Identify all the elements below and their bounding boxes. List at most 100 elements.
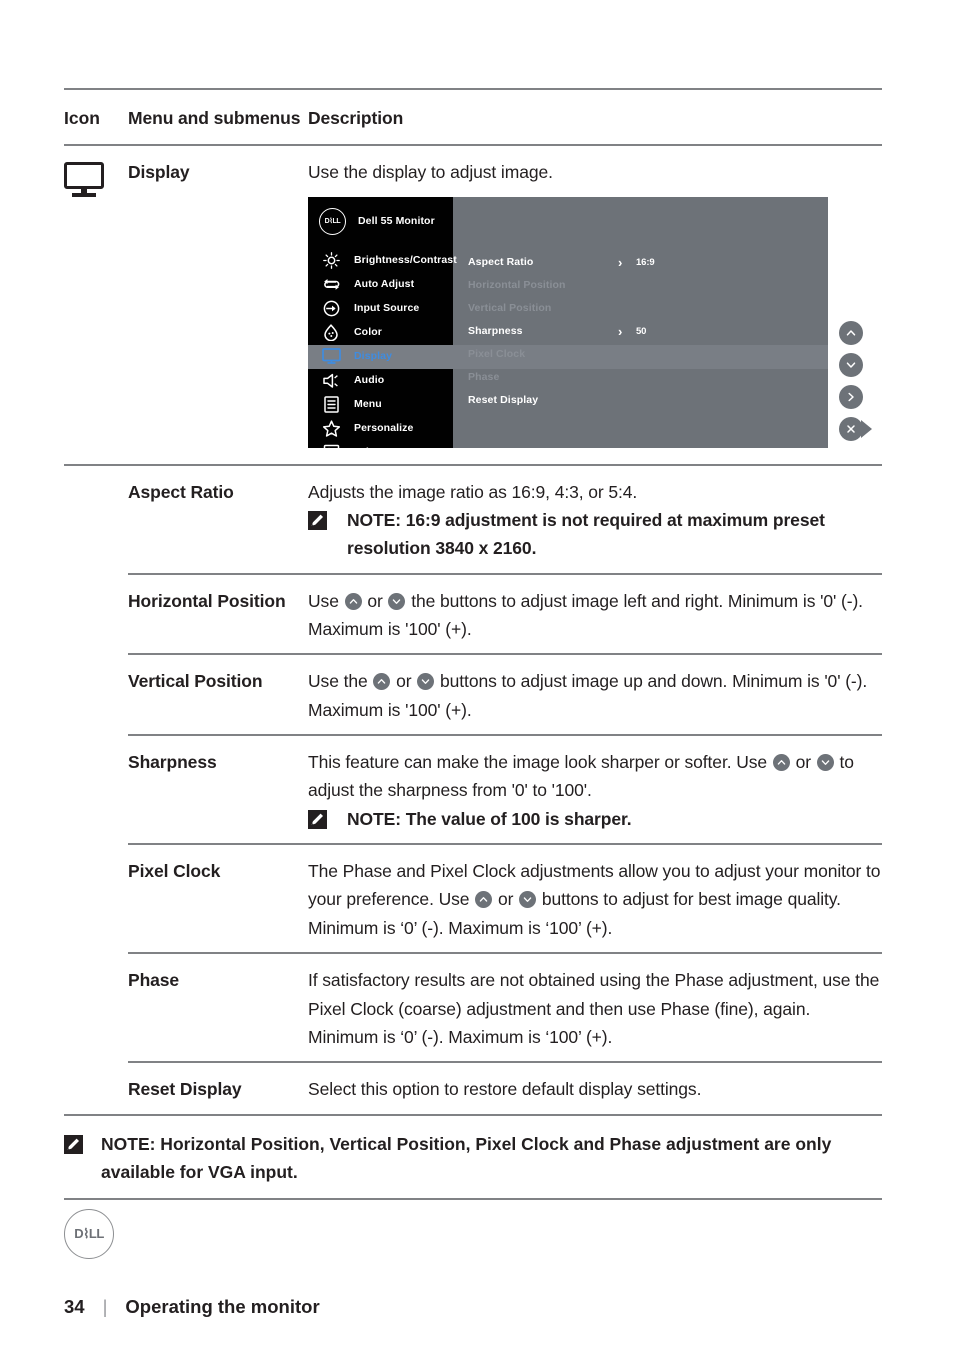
osd-item-personalize[interactable]: Personalize: [308, 417, 453, 441]
spacer-cell: [64, 954, 128, 966]
table-row-pixel-clock: Pixel Clock The Phase and Pixel Clock ad…: [64, 845, 882, 952]
osd-item-label: Others: [354, 444, 388, 448]
pixelclock-desc-mid: or: [493, 889, 519, 910]
osd-submenu-label: Horizontal Position: [468, 279, 566, 292]
note-pencil-icon: [308, 809, 327, 829]
chevron-right-icon: ›: [618, 255, 623, 271]
down-button-glyph: [388, 592, 406, 610]
monitor-screen: [64, 162, 104, 190]
aspect-ratio-note: NOTE: 16:9 adjustment is not required at…: [308, 506, 882, 563]
vpos-desc-mid: or: [391, 671, 417, 692]
up-button-glyph: [373, 673, 391, 691]
table-row-aspect-ratio: Aspect Ratio Adjusts the image ratio as …: [64, 466, 882, 573]
vpos-desc-pre: Use the: [308, 671, 373, 692]
osd-submenu-label: Reset Display: [468, 394, 539, 407]
row-desc-phase: If satisfactory results are not obtained…: [308, 970, 880, 1047]
osd-item-label: Display: [354, 350, 393, 363]
header-menu-cell: Menu and submenus: [128, 108, 301, 128]
row-label-aspect-ratio: Aspect Ratio: [128, 481, 234, 502]
down-button-glyph: [519, 891, 537, 909]
header-icon-cell: Icon: [64, 108, 100, 128]
display-desc-text: Use the display to adjust image.: [308, 162, 553, 183]
row-label-display: Display: [128, 162, 190, 183]
spacer-cell: [64, 736, 128, 748]
note-text: NOTE: 16:9 adjustment is not required at…: [347, 510, 825, 559]
row-label-reset-display: Reset Display: [128, 1079, 242, 1100]
osd-item-menu[interactable]: Menu: [308, 393, 453, 417]
nav-up-button[interactable]: [839, 320, 863, 345]
monitor-icon: [64, 162, 104, 197]
row-desc-display: Use the display to adjust image. D⌇LL De…: [308, 146, 882, 463]
dell-footer-logo-text: D⌇LL: [74, 1226, 104, 1241]
row-desc-pixel-clock: The Phase and Pixel Clock adjustments al…: [308, 845, 882, 952]
osd-submenu-label: Pixel Clock: [468, 348, 526, 361]
row-label-vertical-position: Vertical Position: [128, 671, 263, 692]
osd-item-label: Audio: [354, 374, 385, 387]
osd-monitor-title: Dell 55 Monitor: [358, 215, 435, 228]
audio-icon: [318, 370, 344, 392]
osd-submenu-reset-display[interactable]: Reset Display: [468, 390, 818, 412]
nav-exit-button[interactable]: [839, 416, 863, 441]
note-pencil-icon: [64, 1134, 83, 1154]
spacer-cell: [64, 655, 128, 667]
table-row-phase: Phase If satisfactory results are not ob…: [64, 954, 882, 1061]
row-desc-horizontal-position: Use or the buttons to adjust image left …: [308, 575, 882, 654]
chevron-right-icon: ›: [618, 324, 623, 340]
hpos-desc-mid: or: [362, 590, 388, 611]
footer-separator: |: [102, 1296, 108, 1317]
osd-item-brightness-contrast[interactable]: Brightness/Contrast: [308, 249, 457, 273]
table-row-reset-display: Reset Display Select this option to rest…: [64, 1063, 882, 1113]
dell-footer-logo-icon: D⌇LL: [64, 1209, 114, 1259]
hpos-desc-pre: Use: [308, 590, 344, 611]
note-pencil-icon: [308, 511, 327, 531]
close-icon: [847, 424, 855, 433]
osd-item-auto-adjust[interactable]: Auto Adjust: [308, 273, 453, 297]
up-button-glyph: [475, 891, 493, 909]
nav-down-button[interactable]: [839, 352, 863, 377]
osd-submenu-label: Phase: [468, 371, 500, 384]
osd-item-others[interactable]: Others: [308, 441, 453, 448]
aspect-ratio-desc: Adjusts the image ratio as 16:9, 4:3, or…: [308, 481, 638, 502]
display-icon: [318, 346, 344, 368]
menu-icon: [318, 394, 344, 416]
row-desc-reset-display: Select this option to restore default di…: [308, 1079, 702, 1100]
table-row-display: Display Use the display to adjust image.…: [64, 146, 882, 463]
row-desc-aspect-ratio: Adjusts the image ratio as 16:9, 4:3, or…: [308, 466, 882, 573]
sharpness-desc-pre: This feature can make the image look sha…: [308, 752, 772, 773]
row-label-phase: Phase: [128, 970, 180, 991]
osd-nav-buttons: [827, 320, 871, 449]
osd-item-label: Input Source: [354, 302, 420, 315]
osd-item-label: Brightness/Contrast: [354, 254, 457, 267]
osd-submenu-value: 16:9: [636, 257, 655, 268]
down-button-glyph: [816, 754, 834, 772]
display-monitor-icon-cell: [64, 146, 128, 197]
table-bottom-note: NOTE: Horizontal Position, Vertical Posi…: [64, 1116, 882, 1199]
sharpness-note: NOTE: The value of 100 is sharper.: [308, 805, 882, 833]
osd-item-audio[interactable]: Audio: [308, 369, 453, 393]
osd-item-label: Auto Adjust: [354, 278, 415, 291]
down-button-glyph: [417, 673, 435, 691]
osd-submenu-sharpness[interactable]: Sharpness › 50: [468, 321, 818, 343]
nav-right-button[interactable]: [839, 384, 863, 409]
osd-item-label: Personalize: [354, 422, 414, 435]
osd-screenshot: D⌇LL Dell 55 Monitor Brightness/Contrast: [308, 196, 863, 450]
osd-item-color[interactable]: Color: [308, 321, 453, 345]
page-number: 34: [64, 1296, 85, 1317]
table-row-horizontal-position: Horizontal Position Use or the buttons t…: [64, 575, 882, 654]
chevron-up-icon: [846, 329, 856, 336]
sharpness-desc-mid: or: [790, 752, 816, 773]
chevron-right-icon: [848, 392, 854, 401]
row-label-horizontal-position: Horizontal Position: [128, 590, 286, 611]
dell-logo-text: D⌇LL: [324, 218, 341, 226]
osd-submenu-aspect-ratio[interactable]: Aspect Ratio › 16:9: [468, 252, 818, 274]
osd-item-input-source[interactable]: Input Source: [308, 297, 453, 321]
auto-adjust-icon: [318, 274, 344, 296]
note-text: NOTE: Horizontal Position, Vertical Posi…: [101, 1133, 832, 1182]
osd-item-label: Color: [354, 326, 382, 339]
page-footer: 34 | Operating the monitor: [64, 1296, 320, 1318]
settings-table: Icon Menu and submenus Description Displ…: [64, 88, 882, 1201]
footer-section-title: Operating the monitor: [125, 1296, 320, 1317]
osd-submenu-phase: Phase: [468, 367, 818, 389]
osd-submenu-label: Vertical Position: [468, 302, 552, 315]
table-row-vertical-position: Vertical Position Use the or buttons to …: [64, 655, 882, 734]
